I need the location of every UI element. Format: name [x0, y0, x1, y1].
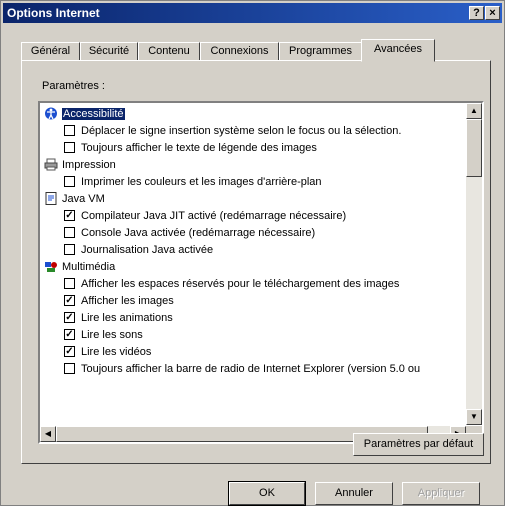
vertical-scrollbar[interactable]: ▲ ▼: [466, 103, 482, 425]
setting-option[interactable]: Imprimer les couleurs et les images d'ar…: [64, 174, 322, 190]
setting-option-label: Lire les vidéos: [81, 346, 152, 358]
title-bar[interactable]: Options Internet ? ×: [3, 3, 502, 23]
window-title: Options Internet: [7, 6, 100, 20]
category-label: Java VM: [62, 193, 105, 205]
category-multim-dia[interactable]: Multimédia: [44, 259, 115, 275]
setting-option[interactable]: ✓ Lire les vidéos: [64, 344, 151, 360]
checkbox-checked-icon[interactable]: ✓: [64, 209, 75, 221]
setting-option[interactable]: Afficher les espaces réservés pour le té…: [64, 276, 399, 292]
setting-option[interactable]: ✓ Afficher les images: [64, 293, 174, 309]
checkbox-unchecked-icon[interactable]: [64, 362, 75, 374]
tab-securite[interactable]: Sécurité: [80, 42, 138, 61]
category-label: Accessibilité: [62, 108, 125, 120]
printer-icon: [44, 158, 58, 171]
close-button[interactable]: ×: [485, 6, 500, 20]
ok-button[interactable]: OK: [228, 481, 306, 506]
checkbox-checked-icon[interactable]: ✓: [64, 328, 75, 340]
setting-option[interactable]: Déplacer le signe insertion système selo…: [64, 123, 401, 139]
setting-option-label: Déplacer le signe insertion système selo…: [81, 125, 402, 137]
scroll-up-arrow-icon[interactable]: ▲: [466, 103, 482, 119]
vertical-scroll-thumb[interactable]: [466, 119, 482, 177]
setting-option[interactable]: ✓ Compilateur Java JIT activé (redémarrag…: [64, 208, 346, 224]
checkbox-unchecked-icon[interactable]: [64, 175, 75, 187]
setting-option-label: Lire les animations: [81, 312, 173, 324]
checkbox-unchecked-icon[interactable]: [64, 124, 75, 136]
checkbox-checked-icon[interactable]: ✓: [64, 294, 75, 306]
setting-option-label: Toujours afficher la barre de radio de I…: [81, 363, 421, 375]
tab-avancees[interactable]: Avancées: [361, 39, 435, 62]
checkbox-unchecked-icon[interactable]: [64, 277, 75, 289]
options-internet-window: Options Internet ? × Général Sécurité Co…: [0, 0, 505, 506]
setting-option-label: Lire les sons: [81, 329, 143, 341]
category-java-vm[interactable]: Java VM: [44, 191, 105, 207]
setting-option-label: Imprimer les couleurs et les images d'ar…: [81, 176, 322, 188]
setting-option[interactable]: Toujours afficher la barre de radio de I…: [64, 361, 420, 377]
tab-connexions[interactable]: Connexions: [200, 42, 279, 61]
checkbox-unchecked-icon[interactable]: [64, 141, 75, 153]
setting-option[interactable]: Toujours afficher le texte de légende de…: [64, 140, 317, 156]
java-document-icon: [44, 191, 58, 205]
checkbox-checked-icon[interactable]: ✓: [64, 345, 75, 357]
checkbox-checked-icon[interactable]: ✓: [64, 311, 75, 323]
setting-option-label: Afficher les images: [81, 295, 174, 307]
setting-option-label: Console Java activée (redémarrage nécess…: [81, 227, 316, 239]
setting-option[interactable]: Journalisation Java activée: [64, 242, 213, 258]
multimedia-icon: [44, 260, 58, 273]
help-button[interactable]: ?: [469, 6, 484, 20]
setting-option[interactable]: ✓ Lire les animations: [64, 310, 173, 326]
setting-option-label: Journalisation Java activée: [81, 244, 214, 256]
category-label: Impression: [62, 159, 116, 171]
setting-option-label: Toujours afficher le texte de légende de…: [81, 142, 317, 154]
apply-button[interactable]: Appliquer: [402, 482, 480, 505]
scroll-down-arrow-icon[interactable]: ▼: [466, 409, 482, 425]
checkbox-unchecked-icon[interactable]: [64, 243, 75, 255]
tab-contenu[interactable]: Contenu: [138, 42, 200, 61]
tab-general[interactable]: Général: [21, 42, 80, 61]
category-accessibilit-[interactable]: Accessibilité: [44, 106, 125, 122]
scroll-left-arrow-icon[interactable]: ◀: [40, 426, 56, 442]
checkbox-unchecked-icon[interactable]: [64, 226, 75, 238]
setting-option[interactable]: Console Java activée (redémarrage nécess…: [64, 225, 315, 241]
advanced-panel: Paramètres : Accessibilité Déplacer le si…: [21, 60, 491, 464]
settings-tree-list[interactable]: Accessibilité Déplacer le signe insertion…: [38, 101, 484, 444]
setting-option-label: Afficher les espaces réservés pour le té…: [81, 278, 400, 290]
settings-label: Paramètres :: [42, 80, 105, 92]
restore-defaults-button[interactable]: Paramètres par défaut: [353, 433, 484, 456]
setting-option[interactable]: ✓ Lire les sons: [64, 327, 143, 343]
category-label: Multimédia: [62, 261, 116, 273]
setting-option-label: Compilateur Java JIT activé (redémarrage…: [81, 210, 347, 222]
cancel-button[interactable]: Annuler: [315, 482, 393, 505]
tab-programmes[interactable]: Programmes: [279, 42, 362, 61]
category-impression[interactable]: Impression: [44, 157, 116, 173]
accessibility-icon: [44, 107, 58, 120]
